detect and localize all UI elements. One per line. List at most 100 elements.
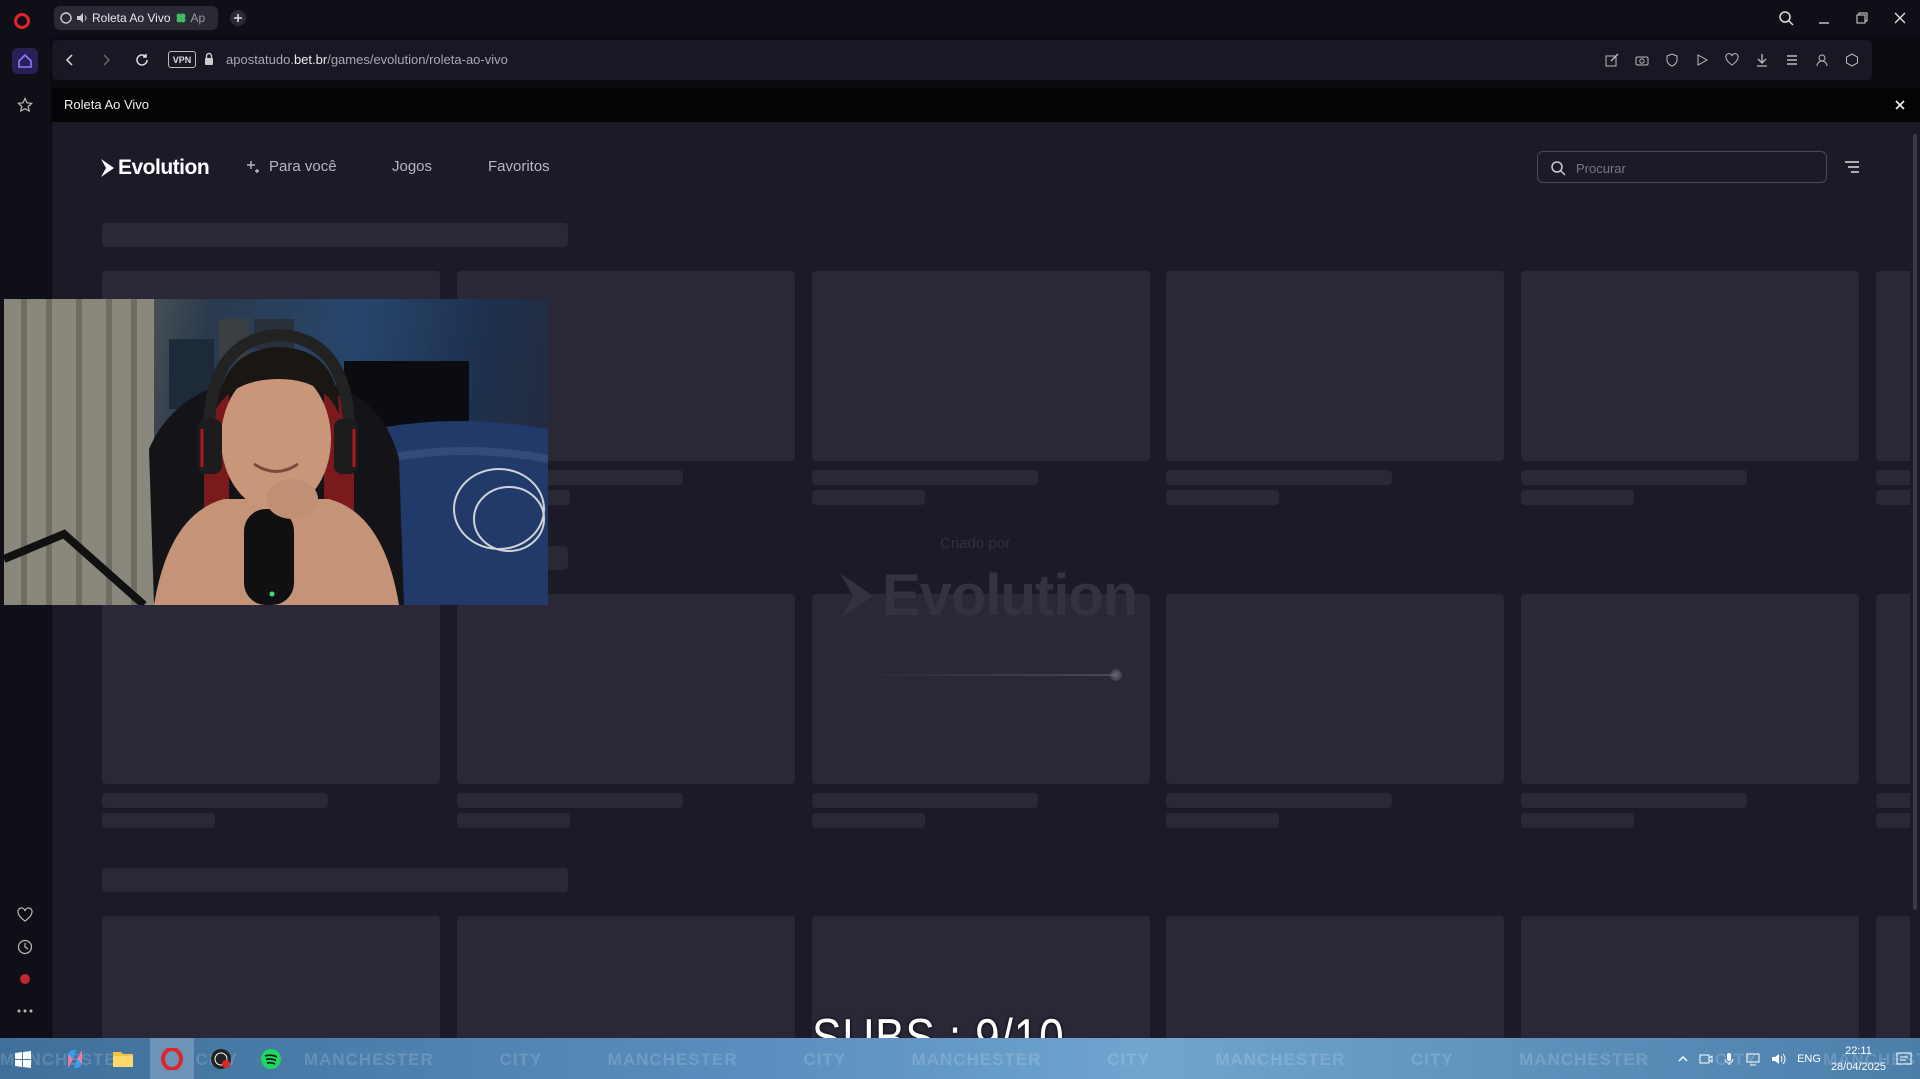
evolution-logo[interactable]: Evolution [100, 156, 210, 180]
meet-now-icon[interactable] [1699, 1052, 1713, 1066]
game-provider-skeleton [1166, 490, 1279, 505]
nav-favorites-label: Favoritos [488, 158, 550, 175]
back-icon[interactable] [60, 50, 80, 70]
close-window-icon[interactable] [1890, 8, 1910, 28]
game-name-skeleton [1876, 793, 1910, 808]
nav-for-you[interactable]: Para você [245, 158, 337, 175]
search-box[interactable] [1537, 151, 1827, 183]
download-icon[interactable] [1752, 50, 1772, 70]
restore-icon[interactable] [1852, 8, 1872, 28]
nav-favorites[interactable]: Favoritos [488, 158, 550, 175]
game-card-skeleton [102, 594, 440, 784]
game-card-skeleton [457, 916, 795, 1038]
new-tab-icon[interactable] [229, 9, 247, 27]
address-bar: VPN apostatudo.bet.br/games/evolution/ro… [52, 40, 1872, 80]
obs-icon[interactable] [206, 1044, 236, 1074]
forward-icon[interactable] [96, 50, 116, 70]
clover-icon [176, 13, 185, 23]
loader-logo-icon [840, 573, 873, 618]
camera-icon[interactable] [1632, 50, 1652, 70]
game-provider-skeleton [457, 813, 570, 828]
lock-icon[interactable] [202, 52, 216, 66]
game-card-skeleton [1876, 916, 1910, 1038]
network-icon[interactable] [1745, 1052, 1761, 1066]
section-title-skeleton [102, 868, 568, 892]
volume-icon[interactable] [1771, 1052, 1787, 1066]
easy-setup-icon[interactable] [1782, 50, 1802, 70]
notifications-icon[interactable] [1896, 1051, 1912, 1067]
tab-title: Roleta Ao Vivo [92, 11, 171, 25]
evolution-logo-icon [101, 159, 114, 177]
extension-badge-icon[interactable] [12, 966, 38, 992]
windows-taskbar: MANCHESTER CITY MANCHESTER CITY MANCHEST… [0, 1038, 1920, 1079]
history-icon[interactable] [12, 934, 38, 960]
game-provider-skeleton [812, 813, 925, 828]
vpn-badge[interactable]: VPN [168, 51, 196, 68]
loading-indicator [1110, 669, 1122, 681]
loader-logo-text: Evolution [882, 563, 1138, 628]
game-provider-skeleton [1876, 490, 1910, 505]
url-domain: bet.br [293, 52, 328, 67]
scrollbar-thumb[interactable] [1913, 134, 1917, 910]
game-card-skeleton [1876, 271, 1910, 461]
more-icon[interactable] [12, 998, 38, 1024]
spotify-icon[interactable] [256, 1044, 286, 1074]
banner-text: MANCHESTER CITY [303, 1050, 542, 1069]
speaker-icon[interactable] [76, 12, 88, 24]
windows-start-icon[interactable] [8, 1044, 38, 1074]
home-icon[interactable] [12, 48, 38, 74]
game-name-skeleton [1166, 793, 1392, 808]
game-name-skeleton [1521, 470, 1747, 485]
game-card-skeleton [1876, 594, 1910, 784]
chevron-up-icon[interactable] [1677, 1053, 1689, 1065]
url-path: /games/evolution/roleta-ao-vivo [327, 52, 508, 67]
close-icon[interactable] [1892, 97, 1908, 113]
page-scrollbar[interactable] [1910, 122, 1920, 1038]
tab-roleta-ao-vivo[interactable]: Roleta Ao Vivo Ap [54, 6, 218, 30]
copilot-icon[interactable] [60, 1044, 90, 1074]
game-provider-skeleton [1876, 813, 1910, 828]
system-tray: ENG 22:11 28/04/2025 [1677, 1038, 1920, 1079]
game-card-skeleton [812, 271, 1150, 461]
minimize-icon[interactable] [1814, 8, 1834, 28]
game-card-skeleton [102, 916, 440, 1038]
game-name-skeleton [457, 793, 683, 808]
game-card-skeleton [457, 594, 795, 784]
game-card-skeleton [1166, 916, 1504, 1038]
opera-menu-icon[interactable] [14, 13, 30, 29]
microphone-icon[interactable] [1723, 1052, 1735, 1066]
search-tabs-icon[interactable] [1776, 8, 1796, 28]
extensions-icon[interactable] [1842, 50, 1862, 70]
reload-icon[interactable] [132, 50, 152, 70]
stream-banner: MANCHESTER CITY MANCHESTER CITY MANCHEST… [0, 1050, 1920, 1070]
page-title: Roleta Ao Vivo [64, 97, 150, 112]
game-provider-skeleton [812, 490, 925, 505]
game-name-skeleton [812, 793, 1038, 808]
favorites-heart-icon[interactable] [12, 902, 38, 928]
loading-progress-bar [856, 674, 1116, 676]
webcam-overlay [4, 299, 548, 605]
sparkle-icon [247, 160, 259, 173]
heart-icon[interactable] [1722, 50, 1742, 70]
clock[interactable]: 22:11 28/04/2025 [1831, 1043, 1886, 1075]
evolution-favicon-icon [60, 12, 72, 24]
opera-taskbar-icon[interactable] [150, 1038, 194, 1079]
game-provider-skeleton [102, 813, 215, 828]
clock-time: 22:11 [1845, 1044, 1872, 1057]
game-card-skeleton [1166, 271, 1504, 461]
game-card-skeleton [1521, 271, 1859, 461]
language-indicator[interactable]: ENG [1797, 1053, 1821, 1065]
evolution-logo-text: Evolution [118, 156, 210, 179]
edit-icon[interactable] [1602, 50, 1622, 70]
menu-icon[interactable] [1842, 157, 1862, 177]
shield-icon[interactable] [1662, 50, 1682, 70]
search-input[interactable] [1576, 158, 1816, 178]
section-title-skeleton [102, 223, 568, 247]
file-explorer-icon[interactable] [108, 1044, 138, 1074]
play-icon[interactable] [1692, 50, 1712, 70]
game-name-skeleton [1876, 470, 1910, 485]
url-field[interactable]: apostatudo.bet.br/games/evolution/roleta… [226, 52, 508, 67]
nav-games[interactable]: Jogos [392, 158, 432, 175]
profile-icon[interactable] [1812, 50, 1832, 70]
star-icon[interactable] [12, 92, 38, 118]
